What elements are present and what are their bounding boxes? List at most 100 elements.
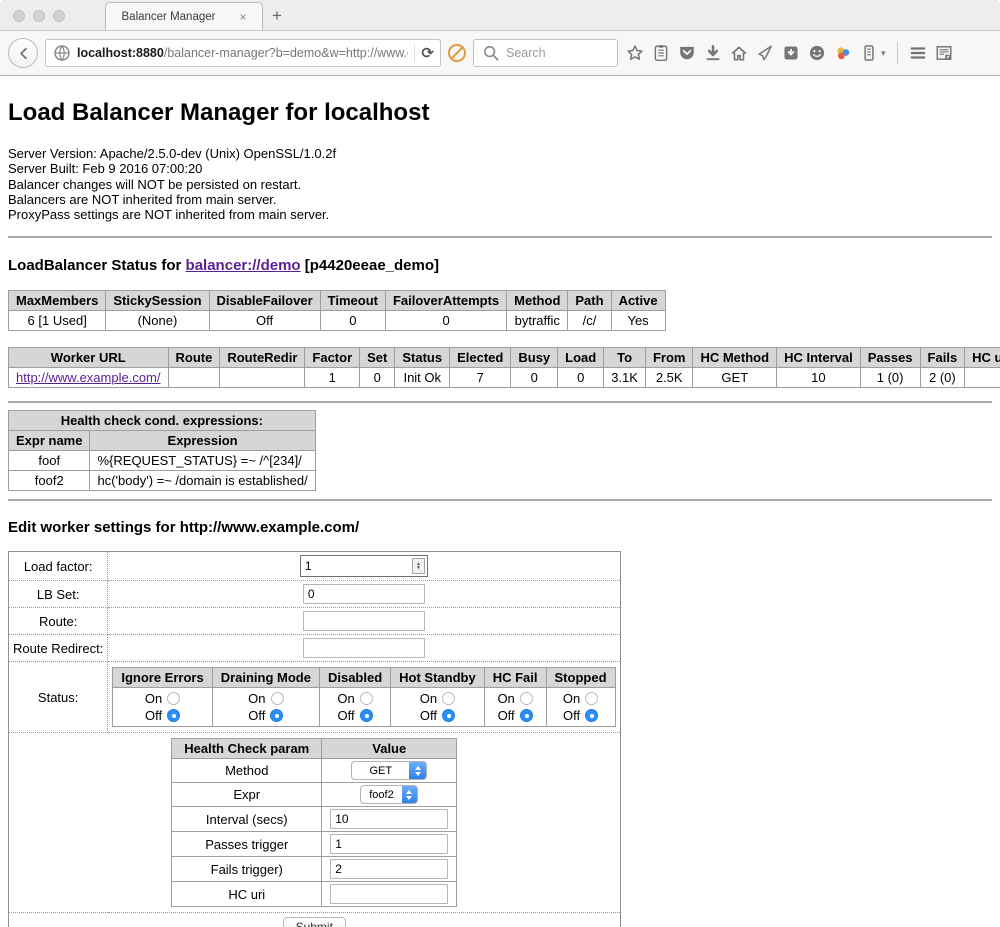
form-row-status: Status: Ignore Errors Draining Mode Disa…	[9, 662, 621, 733]
on-label: On	[497, 690, 514, 707]
worker-table: Worker URL Route RouteRedir Factor Set S…	[8, 347, 1000, 388]
chevron-down-icon[interactable]: ▾	[881, 48, 886, 59]
tab-bar: Balancer Manager × +	[0, 0, 1000, 30]
close-window-button[interactable]	[13, 10, 25, 22]
balancer-status-heading: LoadBalancer Status for balancer://demo …	[8, 257, 992, 274]
smiley-icon[interactable]	[807, 44, 826, 63]
bookmark-star-icon[interactable]	[625, 44, 644, 63]
search-bar[interactable]: Search	[473, 39, 618, 67]
col-load: Load	[558, 348, 604, 368]
disabled-on-radio[interactable]	[360, 692, 373, 705]
hc-interval-input[interactable]	[330, 809, 448, 829]
route-label: Route:	[9, 608, 108, 635]
url-bar[interactable]: localhost:8880/balancer-manager?b=demo&w…	[45, 39, 441, 67]
zoom-window-button[interactable]	[53, 10, 65, 22]
colors-icon[interactable]	[833, 44, 852, 63]
hc-uri-input[interactable]	[330, 884, 448, 904]
hc-row-interval: Interval (secs)	[172, 807, 457, 832]
col-draining-mode: Draining Mode	[212, 668, 319, 688]
hot-standby-off-radio[interactable]	[442, 709, 455, 722]
lb-set-input[interactable]	[303, 584, 425, 604]
new-tab-button[interactable]: +	[272, 6, 282, 26]
downloads-icon[interactable]	[703, 44, 722, 63]
heading-suffix: [p4420eeae_demo]	[301, 257, 439, 274]
cell-hc-method: GET	[693, 368, 777, 388]
edit-worker-heading: Edit worker settings for http://www.exam…	[8, 519, 992, 536]
hc-fail-off-radio[interactable]	[520, 709, 533, 722]
home-icon[interactable]	[729, 44, 748, 63]
browser-window: Balancer Manager × + localhost:8880/bala…	[0, 0, 1000, 927]
col-elected: Elected	[450, 348, 511, 368]
col-hc-value: Value	[322, 739, 457, 759]
back-button[interactable]	[8, 38, 38, 68]
reload-icon[interactable]: ⟳	[421, 44, 434, 62]
cell-routeredir	[220, 368, 305, 388]
on-label: On	[563, 690, 580, 707]
minimize-window-button[interactable]	[33, 10, 45, 22]
number-stepper-icon[interactable]: ▲▼	[412, 558, 425, 574]
hc-uri-label: HC uri	[172, 882, 322, 907]
sidebar-panel-icon[interactable]	[859, 44, 878, 63]
hc-method-select[interactable]: GET	[351, 761, 427, 780]
on-label: On	[248, 690, 265, 707]
cell-maxmembers: 6 [1 Used]	[9, 311, 106, 331]
reader-icon[interactable]	[935, 44, 954, 63]
bookmarks-menu-icon[interactable]	[651, 44, 670, 63]
close-tab-icon[interactable]: ×	[239, 10, 246, 24]
stopped-on-radio[interactable]	[585, 692, 598, 705]
cell-factor: 1	[305, 368, 360, 388]
send-icon[interactable]	[755, 44, 774, 63]
cell-expr-name: foof	[9, 451, 90, 471]
worker-url-link[interactable]: http://www.example.com/	[16, 370, 161, 385]
cell-fails: 2 (0)	[920, 368, 965, 388]
window-controls[interactable]	[13, 10, 65, 22]
draining-mode-off-radio[interactable]	[270, 709, 283, 722]
balancer-demo-link[interactable]: balancer://demo	[186, 257, 301, 274]
cell-failoverattempts: 0	[385, 311, 506, 331]
url-domain: localhost:8880	[77, 46, 164, 60]
submit-button[interactable]: Submit	[283, 917, 346, 927]
stopped-off-radio[interactable]	[585, 709, 598, 722]
hot-standby-on-radio[interactable]	[442, 692, 455, 705]
url-text[interactable]: localhost:8880/balancer-manager?b=demo&w…	[77, 46, 408, 60]
cell-status: Init Ok	[395, 368, 450, 388]
tab-balancer-manager[interactable]: Balancer Manager ×	[105, 2, 263, 30]
cell-route	[168, 368, 220, 388]
route-input[interactable]	[303, 611, 425, 631]
status-table: Ignore Errors Draining Mode Disabled Hot…	[112, 667, 615, 727]
ignore-errors-on-radio[interactable]	[167, 692, 180, 705]
col-hc-param: Health Check param	[172, 739, 322, 759]
cell-hc-uri	[965, 368, 1000, 388]
health-check-table: Health Check param Value Method GET	[171, 738, 457, 907]
ignore-errors-off-radio[interactable]	[167, 709, 180, 722]
cell-stickysession: (None)	[106, 311, 209, 331]
urlbar-divider	[414, 44, 415, 62]
save-to-device-icon[interactable]	[781, 44, 800, 63]
col-disablefailover: DisableFailover	[209, 291, 320, 311]
off-label: Off	[498, 707, 515, 724]
hc-fails-input[interactable]	[330, 859, 448, 879]
load-factor-field-wrap: ▲▼	[300, 555, 428, 577]
disabled-off-radio[interactable]	[360, 709, 373, 722]
draining-mode-on-radio[interactable]	[271, 692, 284, 705]
cell-busy: 0	[511, 368, 558, 388]
hc-fails-label: Fails trigger)	[172, 857, 322, 882]
load-factor-input[interactable]	[305, 559, 412, 573]
hc-fail-on-radio[interactable]	[520, 692, 533, 705]
search-placeholder: Search	[506, 46, 546, 60]
off-label: Off	[420, 707, 437, 724]
hc-expr-select[interactable]: foof2	[360, 785, 418, 804]
tab-title: Balancer Manager	[122, 11, 216, 23]
menu-icon[interactable]	[909, 44, 928, 63]
hc-passes-input[interactable]	[330, 834, 448, 854]
table-header-row: Expr name Expression	[9, 431, 316, 451]
pocket-icon[interactable]	[677, 44, 696, 63]
col-status: Status	[395, 348, 450, 368]
divider	[8, 499, 992, 501]
route-redirect-input[interactable]	[303, 638, 425, 658]
balancer-summary-table: MaxMembers StickySession DisableFailover…	[8, 290, 666, 331]
col-hc-interval: HC Interval	[777, 348, 861, 368]
cell-active: Yes	[611, 311, 665, 331]
blocked-content-icon[interactable]	[448, 44, 466, 62]
cell-disablefailover: Off	[209, 311, 320, 331]
